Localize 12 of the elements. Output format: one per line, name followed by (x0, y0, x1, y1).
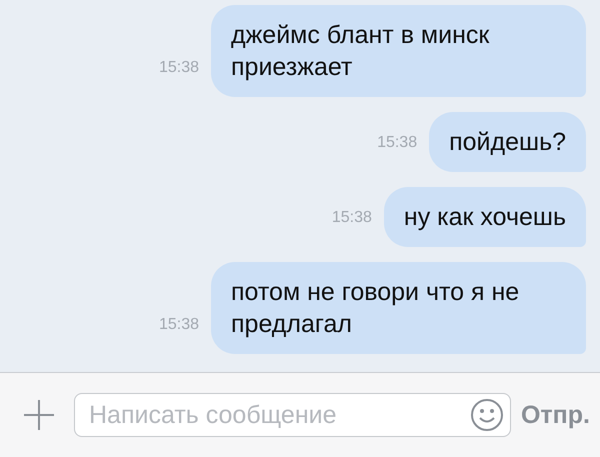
message-input-field[interactable]: Написать сообщение (74, 393, 511, 437)
message-time: 15:38 (158, 59, 199, 78)
message-bubble: пойдешь? (429, 112, 586, 172)
smiley-icon[interactable] (470, 398, 504, 432)
message-bubble: потом не говори что я не предлагал (211, 262, 586, 354)
plus-icon[interactable] (22, 398, 56, 432)
message-time: 15:38 (377, 134, 418, 153)
message-bubble: джеймс блант в минск приезжает (211, 5, 586, 97)
message-time: 15:38 (332, 209, 372, 228)
send-button[interactable]: Отпр. (518, 396, 592, 434)
message-time: 15:38 (158, 316, 199, 335)
message-bubble: ну как хочешь (384, 187, 586, 247)
